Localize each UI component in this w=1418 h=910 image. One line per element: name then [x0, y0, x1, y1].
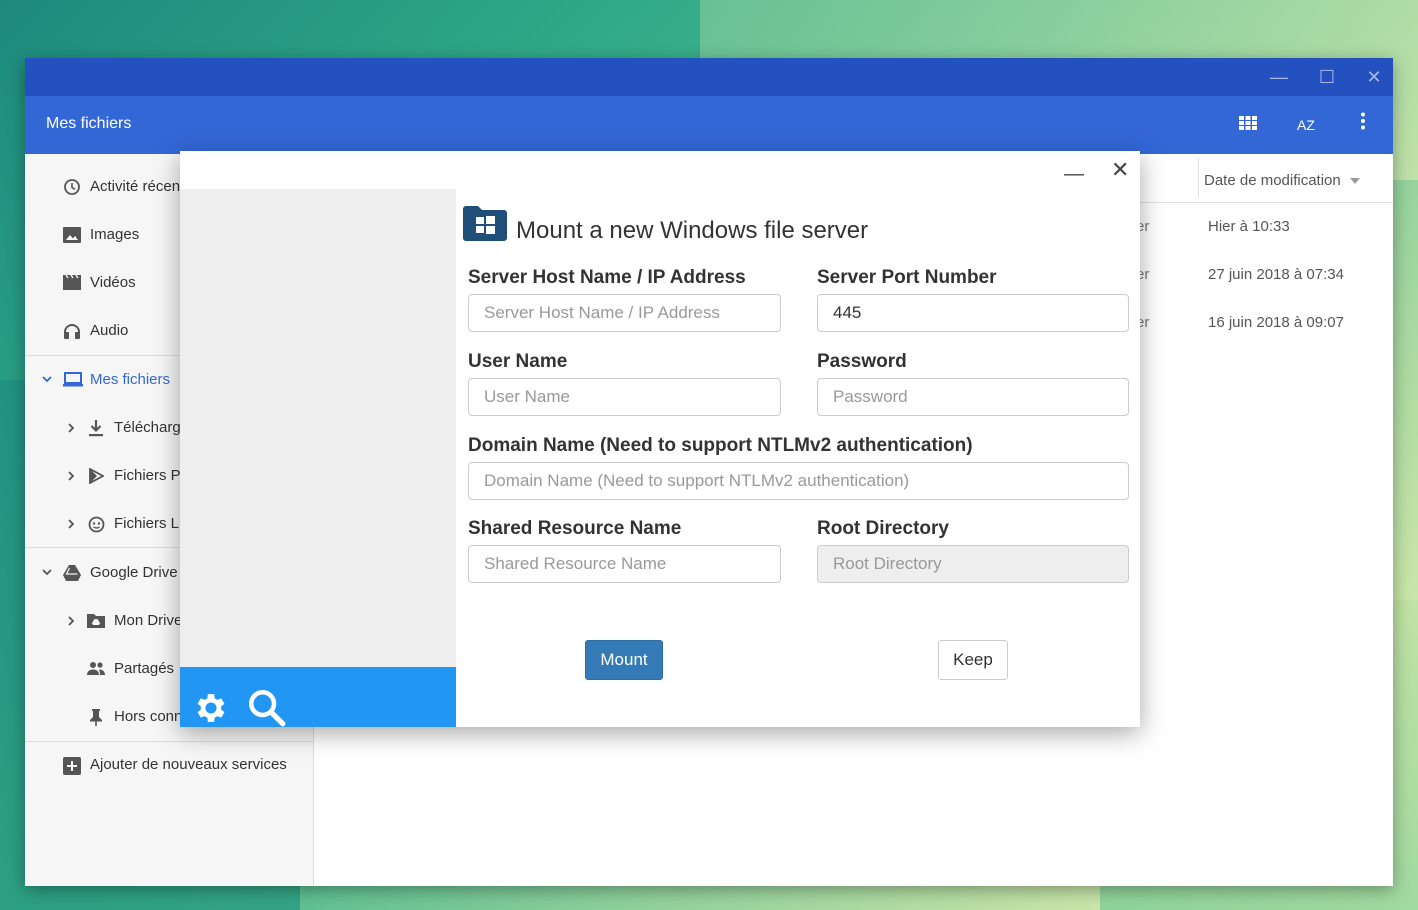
window-minimize-button[interactable]: — [1265, 64, 1293, 90]
add-box-icon [63, 757, 81, 775]
password-label: Password [817, 351, 907, 372]
domain-label: Domain Name (Need to support NTLMv2 auth… [468, 435, 973, 456]
table-cell-date: 27 juin 2018 à 07:34 [1208, 266, 1344, 283]
pin-icon [87, 709, 105, 726]
window-close-button[interactable]: ✕ [1360, 64, 1388, 90]
gear-icon[interactable] [192, 689, 230, 727]
chevron-right-icon[interactable] [65, 504, 79, 560]
sidebar-item-add-services[interactable]: Ajouter de nouveaux services [25, 745, 313, 785]
window-titlebar: — ☐ ✕ [25, 58, 1393, 96]
root-label: Root Directory [817, 518, 949, 539]
user-label: User Name [468, 351, 568, 372]
column-divider [1198, 158, 1199, 198]
sidebar-item-label: Mon Drive [114, 612, 183, 629]
port-input[interactable] [817, 294, 1129, 332]
column-header-label: Date de modification [1204, 172, 1341, 189]
column-header-date[interactable]: Date de modification [1204, 172, 1360, 189]
sort-button[interactable]: AZ [1293, 112, 1319, 138]
dialog-close-button[interactable]: ✕ [1111, 157, 1129, 183]
root-directory-input [817, 545, 1129, 583]
share-label: Shared Resource Name [468, 518, 682, 539]
sidebar-item-label: Images [90, 226, 140, 243]
play-icon [87, 467, 105, 485]
dialog-bottom-bar [180, 667, 456, 727]
keep-button[interactable]: Keep [938, 640, 1008, 680]
sidebar-item-label: Fichiers L [114, 515, 180, 532]
sidebar-item-label: Partagés [114, 660, 175, 677]
headphones-icon [63, 323, 81, 339]
header-divider [1134, 202, 1393, 203]
table-cell-date: 16 juin 2018 à 09:07 [1208, 314, 1344, 331]
linux-icon [87, 516, 105, 533]
mount-dialog: — ✕ Mount a new Windows file server Serv… [180, 151, 1140, 727]
sidebar-item-label: Audio [90, 322, 129, 339]
dialog-side-panel [180, 189, 456, 667]
sidebar-item-label: Mes fichiers [90, 371, 171, 388]
app-title: Mes fichiers [46, 115, 132, 132]
video-icon [63, 274, 81, 291]
app-header: Mes fichiers AZ [25, 96, 1393, 154]
password-input[interactable] [817, 378, 1129, 416]
drive-folder-icon [87, 613, 105, 629]
sidebar-item-label: Fichiers P [114, 467, 181, 484]
username-input[interactable] [468, 378, 781, 416]
image-icon [63, 227, 81, 243]
search-icon[interactable] [246, 687, 288, 729]
sidebar-item-label: Ajouter de nouveaux services [90, 756, 287, 773]
clock-icon [63, 179, 81, 195]
sidebar-item-label: Activité récen [90, 178, 181, 195]
sidebar-item-label: Hors conn [114, 708, 183, 725]
share-input[interactable] [468, 545, 781, 583]
host-label: Server Host Name / IP Address [468, 267, 746, 288]
drive-icon [63, 565, 81, 581]
sidebar-item-label: Google Drive [90, 564, 178, 581]
sidebar-item-label: Télécharg [114, 419, 181, 436]
more-vert-icon[interactable] [1350, 112, 1376, 138]
table-cell-date: Hier à 10:33 [1208, 218, 1290, 235]
window-maximize-button[interactable]: ☐ [1313, 64, 1341, 90]
people-icon [87, 661, 105, 677]
dialog-title: Mount a new Windows file server [516, 217, 869, 244]
sort-desc-icon [1349, 178, 1360, 185]
download-icon [87, 420, 105, 437]
dialog-minimize-button[interactable]: — [1064, 163, 1084, 186]
mount-button[interactable]: Mount [585, 640, 663, 680]
grid-view-icon[interactable] [1235, 112, 1261, 138]
port-label: Server Port Number [817, 267, 997, 288]
sidebar-divider [25, 741, 313, 742]
host-input[interactable] [468, 294, 781, 332]
sidebar-item-label: Vidéos [90, 274, 136, 291]
laptop-icon [63, 372, 83, 388]
domain-input[interactable] [468, 462, 1129, 500]
windows-folder-icon [463, 206, 507, 241]
